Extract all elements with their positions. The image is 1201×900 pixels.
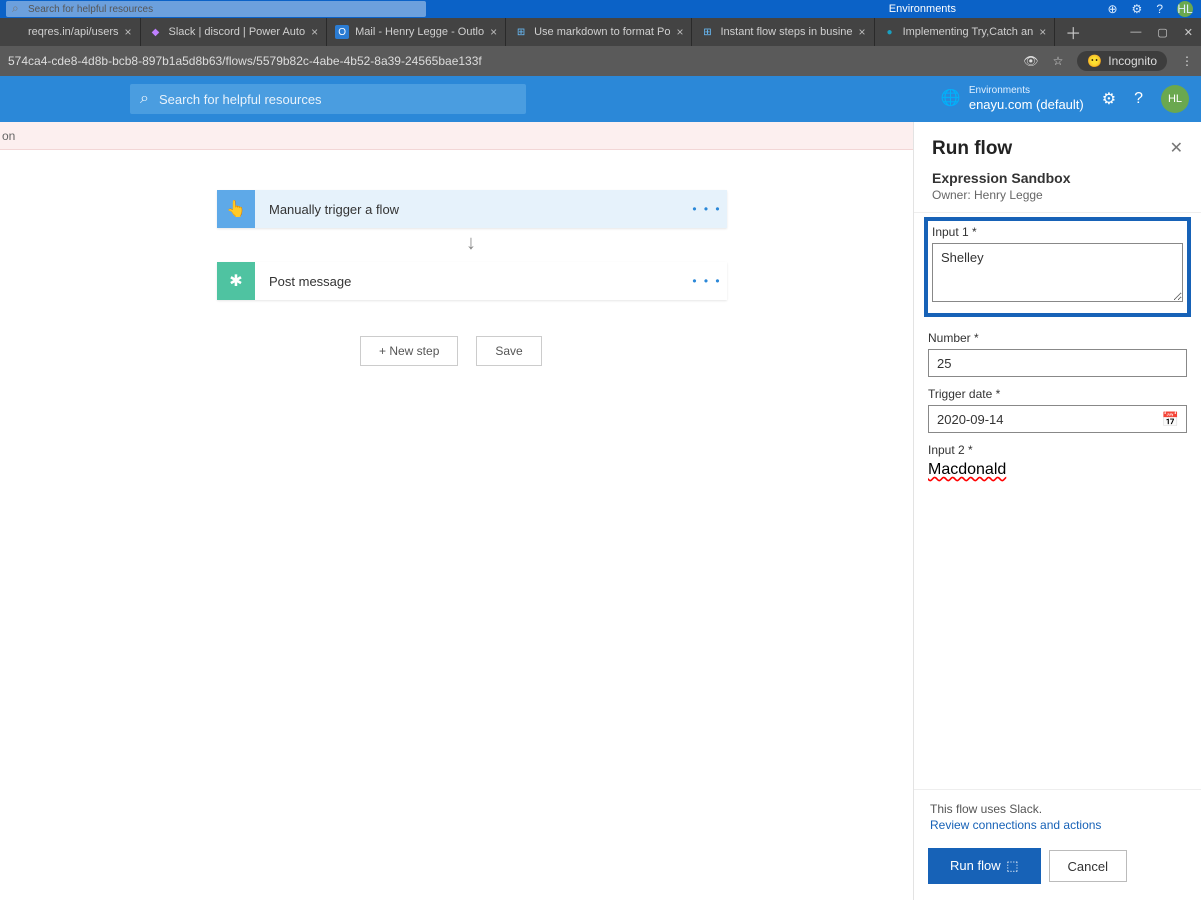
trigger-icon: 👆 — [217, 190, 255, 228]
ghost-search-overlay: Search for helpful resources — [6, 1, 426, 17]
tracking-off-icon[interactable]: 👁 — [1023, 54, 1038, 68]
minimize-icon[interactable]: — — [1130, 26, 1141, 38]
tab-title: Implementing Try,Catch an — [903, 26, 1034, 38]
run-flow-panel: Run flow ✕ Expression Sandbox Owner: Hen… — [913, 122, 1201, 900]
close-icon[interactable]: × — [859, 25, 866, 39]
close-icon[interactable]: × — [1039, 25, 1046, 39]
favicon-icon: O — [335, 25, 349, 39]
cursor-icon: ⬚ — [1006, 858, 1018, 873]
close-icon[interactable]: × — [490, 25, 497, 39]
card-menu-icon[interactable]: • • • — [687, 274, 727, 288]
incognito-label: Incognito — [1108, 54, 1157, 68]
trigger-card[interactable]: 👆 Manually trigger a flow • • • — [217, 190, 727, 228]
run-flow-button[interactable]: Run flow ⬚ — [930, 850, 1039, 882]
env-value: enayu.com (default) — [969, 97, 1084, 113]
close-icon[interactable]: × — [676, 25, 683, 39]
favicon-icon: ⊞ — [700, 25, 714, 39]
search-input[interactable] — [159, 92, 516, 107]
favicon-icon: ⊞ — [514, 25, 528, 39]
save-button[interactable]: Save — [476, 336, 541, 366]
incognito-icon: 😶 — [1087, 54, 1102, 68]
browser-tab[interactable]: reqres.in/api/users × — [0, 18, 141, 46]
arrow-down-icon: ↓ — [466, 232, 476, 255]
tab-title: reqres.in/api/users — [28, 26, 119, 38]
env-label: Environments — [969, 85, 1084, 97]
maximize-icon[interactable]: ▢ — [1157, 26, 1167, 39]
ghost-header-icons: ⊕ ⚙ ? HL — [1107, 0, 1193, 18]
help-icon[interactable]: ? — [1134, 90, 1143, 108]
tab-title: Slack | discord | Power Auto — [169, 26, 306, 38]
environments-label: Environments — [889, 3, 956, 15]
browser-tab[interactable]: ⊞ Use markdown to format Po × — [506, 18, 692, 46]
footer-note: This flow uses Slack. — [930, 802, 1185, 816]
notification-text: on — [2, 129, 15, 143]
review-connections-link[interactable]: Review connections and actions — [930, 818, 1101, 832]
number-label: Number * — [928, 331, 1187, 345]
gear-icon: ⚙ — [1132, 2, 1143, 16]
favicon-icon: ● — [883, 25, 897, 39]
search-icon: ⌕ — [140, 90, 149, 108]
incognito-badge[interactable]: 😶 Incognito — [1077, 51, 1167, 71]
date-label: Trigger date * — [928, 387, 1187, 401]
window-close-icon[interactable]: ✕ — [1184, 26, 1193, 39]
avatar[interactable]: HL — [1161, 85, 1189, 113]
favicon-icon — [8, 25, 22, 39]
tab-title: Mail - Henry Legge - Outlo — [355, 26, 484, 38]
ghost-header-banner: Environments ⊕ ⚙ ? HL Search for helpful… — [0, 0, 1201, 18]
slack-icon: ✱ — [217, 262, 255, 300]
url-text[interactable]: 574ca4-cde8-4d8b-bcb8-897b1a5d8b63/flows… — [8, 54, 482, 68]
browser-tab-strip: reqres.in/api/users × ◆ Slack | discord … — [0, 18, 1201, 46]
new-tab-button[interactable]: ＋ — [1055, 20, 1091, 44]
browser-menu-icon[interactable]: ⋮ — [1181, 54, 1193, 68]
environment-picker[interactable]: 🌐 Environments enayu.com (default) — [941, 85, 1084, 113]
trigger-date-field[interactable] — [928, 405, 1187, 433]
browser-tab[interactable]: ⊞ Instant flow steps in busine × — [692, 18, 874, 46]
card-menu-icon[interactable]: • • • — [687, 202, 727, 216]
close-icon[interactable]: ✕ — [1170, 138, 1183, 158]
action-card[interactable]: ✱ Post message • • • — [217, 262, 727, 300]
input1-highlight: Input 1 * — [926, 219, 1189, 315]
tab-title: Instant flow steps in busine — [720, 26, 852, 38]
flow-name: Expression Sandbox — [914, 168, 1201, 188]
globe-icon: 🌐 — [941, 89, 961, 108]
browser-tab[interactable]: ● Implementing Try,Catch an × — [875, 18, 1056, 46]
globe-icon: ⊕ — [1107, 2, 1117, 16]
new-step-button[interactable]: + New step — [360, 336, 458, 366]
flow-canvas: 👆 Manually trigger a flow • • • ↓ ✱ Post… — [0, 150, 913, 900]
browser-tab[interactable]: ◆ Slack | discord | Power Auto × — [141, 18, 328, 46]
trigger-title: Manually trigger a flow — [255, 202, 687, 217]
browser-tab[interactable]: O Mail - Henry Legge - Outlo × — [327, 18, 506, 46]
browser-address-bar: 574ca4-cde8-4d8b-bcb8-897b1a5d8b63/flows… — [0, 46, 1201, 76]
gear-icon[interactable]: ⚙ — [1102, 89, 1116, 109]
help-icon: ? — [1156, 2, 1163, 16]
cancel-button[interactable]: Cancel — [1049, 850, 1127, 882]
close-icon[interactable]: × — [311, 25, 318, 39]
favicon-icon: ◆ — [149, 25, 163, 39]
number-field[interactable] — [928, 349, 1187, 377]
tab-title: Use markdown to format Po — [534, 26, 670, 38]
bookmark-star-icon[interactable]: ☆ — [1053, 54, 1064, 68]
close-icon[interactable]: × — [125, 25, 132, 39]
input2-field[interactable]: Macdonald — [928, 461, 1187, 543]
header-search[interactable]: ⌕ — [130, 84, 526, 114]
panel-title: Run flow — [932, 138, 1183, 160]
input1-label: Input 1 * — [932, 225, 1183, 239]
app-header: ⌕ 🌐 Environments enayu.com (default) ⚙ ?… — [0, 76, 1201, 122]
run-inputs-form: Input 1 * Number * Trigger date * 📅 Inpu… — [914, 213, 1201, 551]
panel-footer: This flow uses Slack. Review connections… — [914, 789, 1201, 900]
input2-label: Input 2 * — [928, 443, 1187, 457]
input1-field[interactable] — [932, 243, 1183, 302]
action-title: Post message — [255, 274, 687, 289]
run-flow-label: Run flow — [950, 858, 1001, 873]
owner-line: Owner: Henry Legge — [914, 188, 1201, 212]
avatar: HL — [1177, 1, 1193, 17]
